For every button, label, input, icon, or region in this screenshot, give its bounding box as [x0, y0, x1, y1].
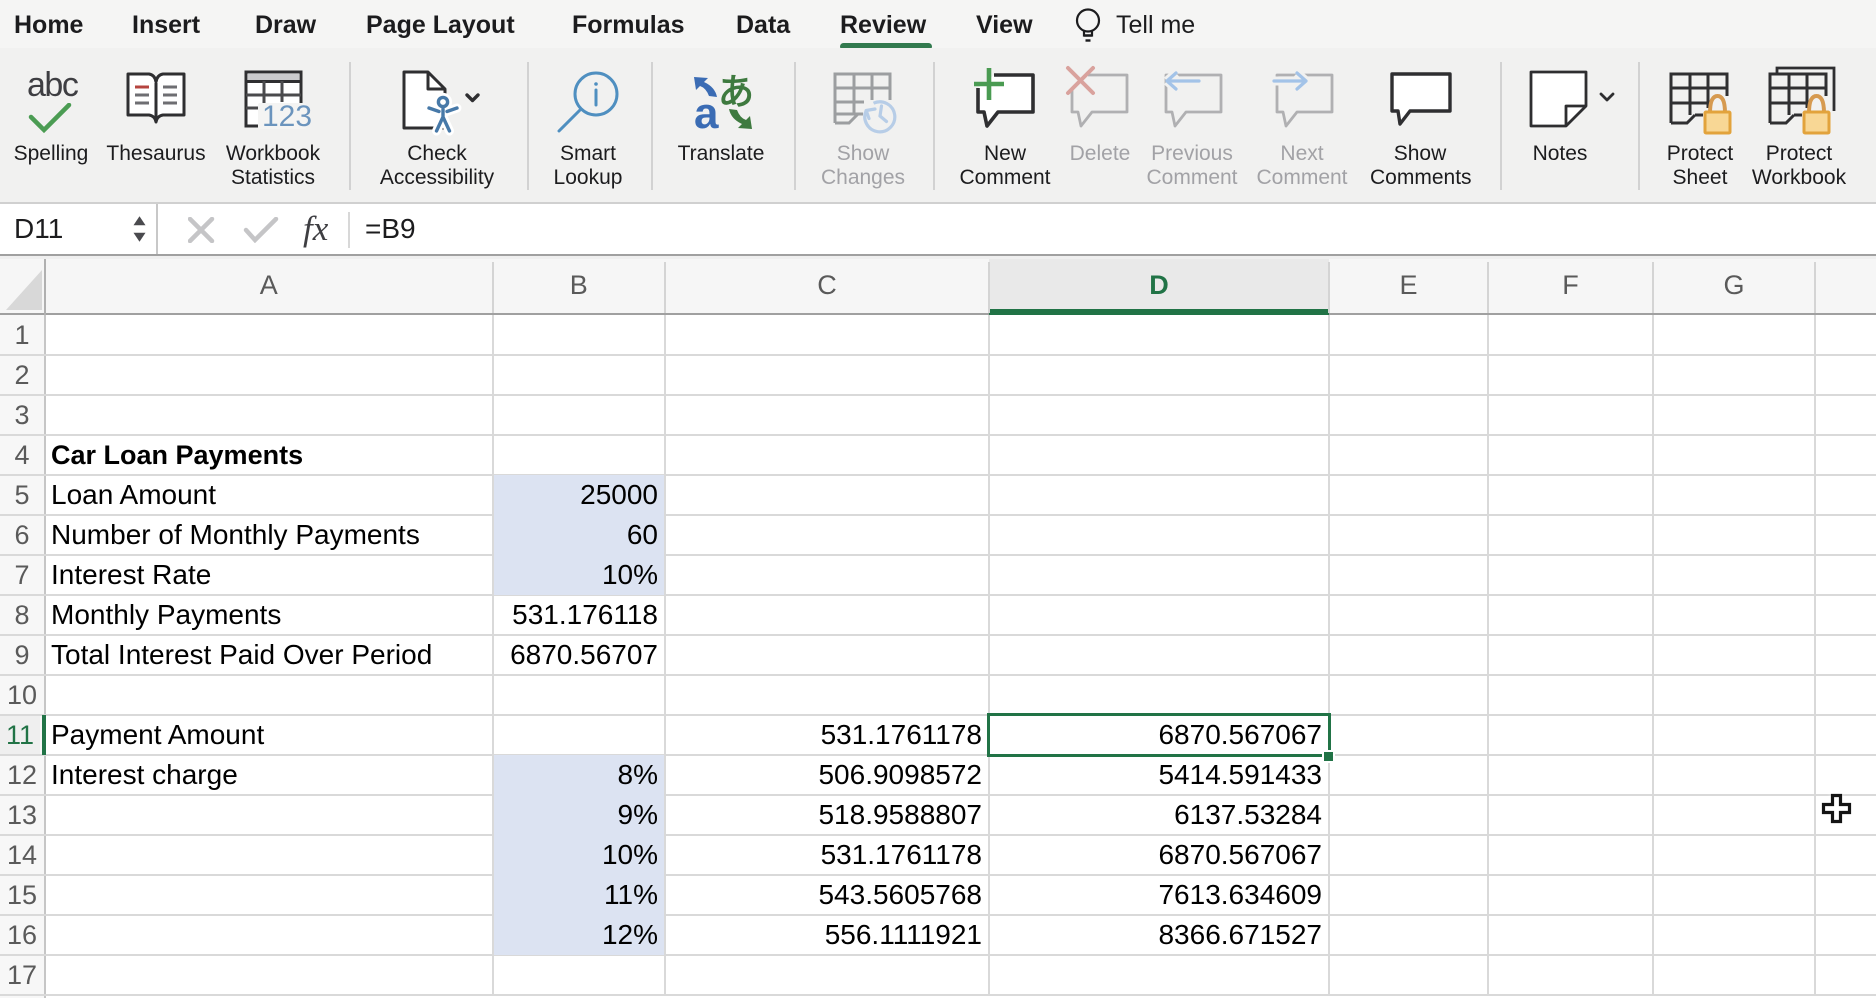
svg-text:a: a [694, 89, 719, 132]
svg-text:あ: あ [718, 71, 754, 112]
svg-text:123: 123 [262, 100, 312, 130]
